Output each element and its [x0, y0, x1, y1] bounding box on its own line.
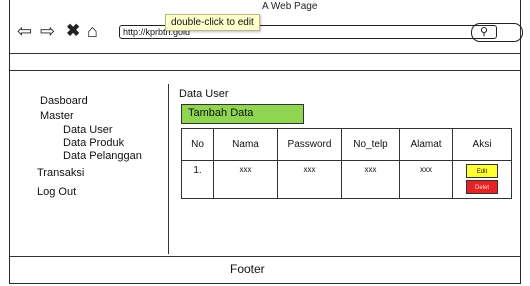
add-data-button[interactable]: Tambah Data	[181, 104, 304, 124]
close-icon[interactable]: ✖	[66, 22, 80, 40]
column-header-nama: Nama	[213, 128, 278, 161]
cell-alamat: xxx	[399, 160, 453, 199]
search-box[interactable]: ⚲	[471, 23, 523, 42]
column-header-no-telp: No_telp	[341, 128, 400, 161]
sidebar-item-transaksi[interactable]: Transaksi	[37, 167, 84, 179]
home-icon[interactable]: ⌂	[87, 22, 98, 40]
page-title: Data User	[179, 88, 229, 100]
cell-aksi: Edit Delet	[452, 160, 512, 199]
tooltip: double-click to edit	[165, 14, 260, 31]
search-icon[interactable]: ⚲	[480, 25, 488, 38]
forward-arrow-icon[interactable]: ⇨	[40, 22, 55, 40]
window-title: A Web Page	[262, 1, 318, 12]
table-row: 1. xxx xxx xxx xxx Edit Delet	[181, 160, 512, 199]
footer: Footer	[230, 262, 265, 276]
cell-no: 1.	[181, 160, 214, 199]
sidebar-item-data-user[interactable]: Data User	[63, 124, 113, 136]
table-header-row: No Nama Password No_telp Alamat Aksi	[181, 128, 512, 161]
sidebar-item-data-pelanggan[interactable]: Data Pelanggan	[63, 150, 142, 162]
edit-button[interactable]: Edit	[466, 164, 498, 178]
cell-no-telp: xxx	[341, 160, 400, 199]
toolbar-divider	[10, 53, 520, 54]
sidebar-item-data-produk[interactable]: Data Produk	[63, 137, 124, 149]
data-user-table: No Nama Password No_telp Alamat Aksi 1. …	[181, 128, 512, 199]
cell-nama: xxx	[213, 160, 278, 199]
column-header-password: Password	[277, 128, 342, 161]
sidebar-divider	[168, 84, 169, 254]
back-arrow-icon[interactable]: ⇦	[17, 22, 32, 40]
sidebar-item-log-out[interactable]: Log Out	[37, 186, 76, 198]
column-header-aksi: Aksi	[452, 128, 512, 161]
sidebar-item-master[interactable]: Master	[40, 110, 74, 122]
header-divider	[10, 70, 520, 71]
column-header-no: No	[181, 128, 214, 161]
cell-password: xxx	[277, 160, 342, 199]
sidebar-item-dasboard[interactable]: Dasboard	[40, 95, 88, 107]
delete-button[interactable]: Delet	[466, 180, 498, 194]
footer-divider	[10, 256, 520, 257]
column-header-alamat: Alamat	[399, 128, 453, 161]
